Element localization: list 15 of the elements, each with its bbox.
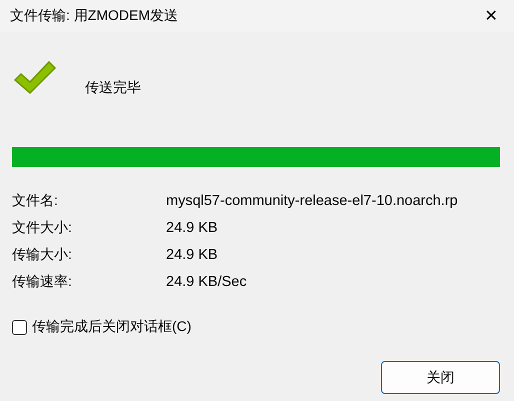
- detail-label: 传输速率:: [12, 272, 73, 290]
- detail-value: 24.9 KB: [166, 246, 218, 262]
- detail-label: 传输大小:: [12, 246, 73, 264]
- detail-value: 24.9 KB/Sec: [166, 274, 247, 290]
- close-button[interactable]: ✕: [468, 0, 514, 32]
- detail-label: 文件大小:: [12, 218, 73, 236]
- checkmark-icon: [13, 60, 57, 96]
- close-dialog-button[interactable]: 关闭: [381, 361, 500, 394]
- window-title: 文件传输: 用ZMODEM发送: [10, 7, 178, 25]
- detail-label: 文件名:: [12, 192, 59, 210]
- detail-value: 24.9 KB: [166, 220, 218, 236]
- detail-value: mysql57-community-release-el7-10.noarch.rp: [166, 192, 458, 208]
- checkbox-label: 传输完成后关闭对话框(C): [32, 318, 192, 336]
- status-message: 传送完毕: [85, 79, 141, 97]
- checkbox[interactable]: [12, 320, 27, 334]
